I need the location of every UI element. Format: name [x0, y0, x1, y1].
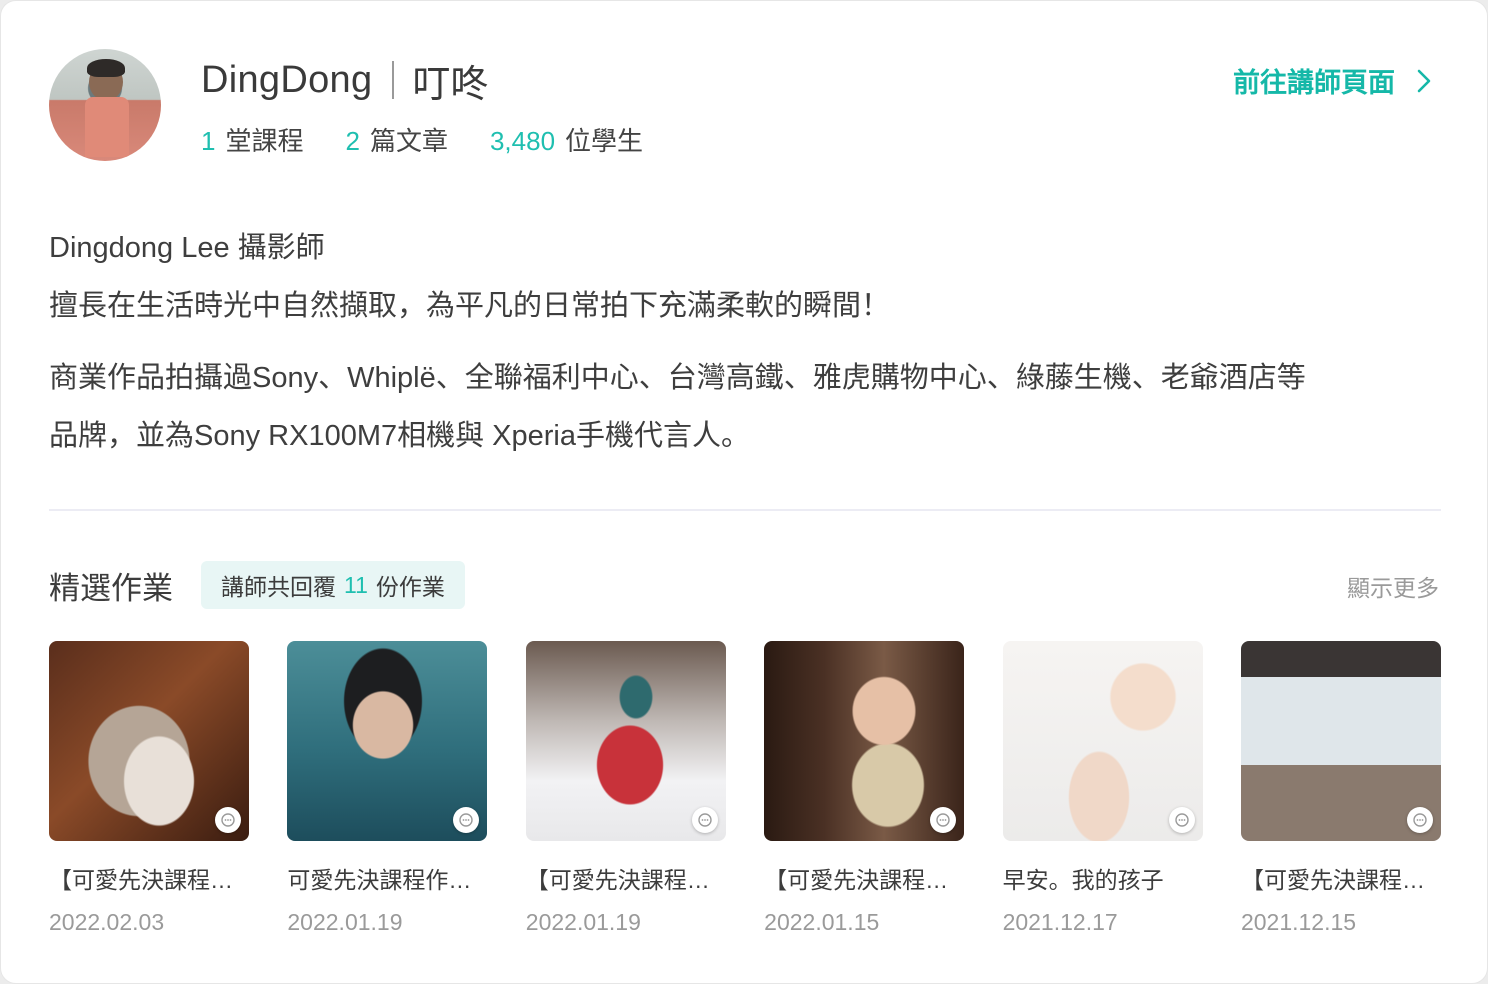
homework-date: 2022.01.19	[525, 909, 641, 935]
stat-articles-label: 篇文章	[369, 126, 448, 156]
stat-articles-count: 2	[345, 126, 360, 156]
homework-card[interactable]: 【可愛先決課程… 2021.12.15	[1240, 641, 1441, 936]
homework-title[interactable]: 可愛先決課程作…	[287, 861, 487, 895]
bio-line-3: 商業作品拍攝過Sony、Whiplë、全聯福利中心、台灣高鐵、雅虎購物中心、綠藤…	[49, 362, 1306, 394]
homework-thumbnail[interactable]	[1002, 641, 1203, 841]
homework-date: 2022.01.15	[764, 909, 880, 935]
bio-line-4: 品牌，並為Sony RX100M7相機與 Xperia手機代言人。	[49, 420, 750, 452]
homework-date: 2021.12.17	[1002, 909, 1118, 935]
bio-intro: Dingdong Lee 攝影師 擅長在生活時光中自然擷取，為平凡的日常拍下充滿…	[49, 219, 890, 335]
stat-courses-label: 堂課程	[225, 126, 304, 156]
comment-icon	[930, 807, 957, 833]
teacher-page-link[interactable]: 前往講師頁面	[1233, 61, 1431, 100]
comment-icon	[1406, 807, 1433, 833]
reply-count-badge: 講師共回覆 11 份作業	[201, 561, 465, 609]
homework-title[interactable]: 【可愛先決課程…	[764, 861, 964, 895]
instructor-stats: 1 堂課程 2 篇文章 3,480 位學生	[201, 121, 685, 158]
homework-thumbnail[interactable]	[287, 641, 488, 841]
stat-articles: 2 篇文章	[345, 121, 447, 158]
stat-courses: 1 堂課程	[201, 121, 303, 158]
stat-students-count: 3,480	[489, 126, 556, 156]
homework-title[interactable]: 【可愛先決課程…	[526, 861, 726, 895]
stat-students: 3,480 位學生	[490, 121, 643, 158]
homework-card[interactable]: 早安。我的孩子 2021.12.17	[1002, 641, 1203, 936]
homework-thumbnail[interactable]	[764, 641, 965, 841]
avatar[interactable]	[49, 49, 161, 161]
homework-title[interactable]: 早安。我的孩子	[1003, 861, 1203, 895]
homework-thumbnail[interactable]	[525, 641, 726, 841]
stat-students-label: 位學生	[565, 126, 644, 156]
bio-clients: 商業作品拍攝過Sony、Whiplë、全聯福利中心、台灣高鐵、雅虎購物中心、綠藤…	[49, 349, 1449, 465]
bio-line-1: Dingdong Lee 攝影師	[49, 232, 325, 264]
instructor-name: DingDong 叮咚	[201, 57, 488, 106]
homework-thumbnail[interactable]	[1240, 641, 1441, 841]
comment-icon	[453, 807, 480, 833]
teacher-page-link-label: 前往講師頁面	[1233, 68, 1395, 98]
homework-card[interactable]: 【可愛先決課程… 2022.01.15	[764, 641, 965, 936]
homework-date: 2022.01.19	[287, 909, 403, 935]
bio-line-2: 擅長在生活時光中自然擷取，為平凡的日常拍下充滿柔軟的瞬間！	[49, 290, 891, 322]
name-divider	[392, 61, 395, 99]
stat-courses-count: 1	[201, 126, 216, 156]
show-more-link[interactable]: 顯示更多	[1347, 569, 1439, 603]
homework-card[interactable]: 【可愛先決課程… 2022.01.19	[525, 641, 726, 936]
homework-card[interactable]: 可愛先決課程作… 2022.01.19	[287, 641, 488, 936]
instructor-card: DingDong 叮咚 1 堂課程 2 篇文章 3,480 位學生 前往講師頁面…	[0, 0, 1488, 984]
comment-icon	[1168, 807, 1195, 833]
homework-title[interactable]: 【可愛先決課程…	[1241, 861, 1441, 895]
badge-suffix: 份作業	[375, 574, 445, 600]
homework-date: 2021.12.15	[1240, 909, 1357, 935]
homework-grid: 【可愛先決課程… 2022.02.03 可愛先決課程作… 2022.01.19 …	[49, 641, 1441, 936]
divider	[49, 509, 1441, 511]
chevron-right-icon	[1417, 69, 1431, 92]
comment-icon	[215, 807, 241, 833]
homework-thumbnail[interactable]	[49, 641, 249, 841]
name-en: DingDong	[201, 58, 373, 101]
name-zh: 叮咚	[412, 63, 489, 106]
homework-title[interactable]: 【可愛先決課程…	[49, 861, 249, 895]
comment-icon	[691, 807, 718, 833]
badge-count: 11	[344, 571, 368, 598]
homework-card[interactable]: 【可愛先決課程… 2022.02.03	[49, 641, 249, 936]
badge-prefix: 講師共回覆	[221, 574, 336, 600]
homework-date: 2022.02.03	[49, 909, 165, 935]
featured-homework-title: 精選作業	[49, 571, 173, 606]
